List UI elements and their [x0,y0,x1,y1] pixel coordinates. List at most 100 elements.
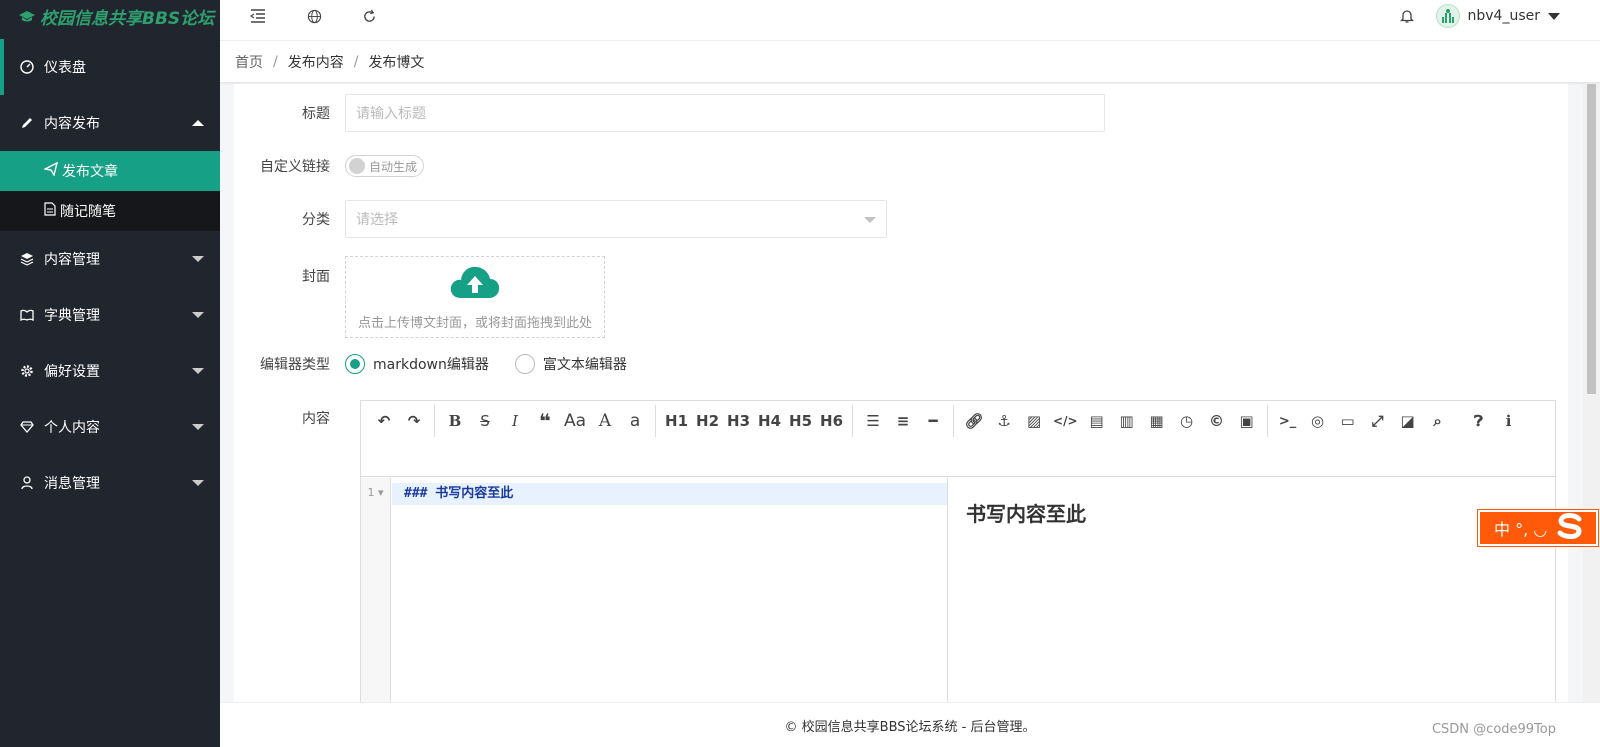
code-block-icon[interactable]: ▤ [1082,405,1112,437]
sidebar-item-personal-content[interactable]: 个人内容 [0,399,220,455]
image-icon[interactable]: ▨ [1019,405,1049,437]
chevron-down-icon [1548,12,1560,20]
graduation-cap-icon [18,5,36,33]
breadcrumb-current: 发布博文 [368,54,425,71]
preformatted-text-icon[interactable]: ▥ [1112,405,1142,437]
sidebar-subitem-label: 发布文章 [62,164,118,180]
title-placeholder: 请输入标题 [356,106,426,122]
sidebar-item-dictionary[interactable]: 字典管理 [0,287,220,343]
preview-icon[interactable]: ▭ [1333,405,1363,437]
italic-icon[interactable]: I [500,405,530,437]
publish-form: 标题 请输入标题 自定义链接 自动生成 分类 请选择 封面 点击上传博文封面，或… [234,84,1568,702]
emoji-icon[interactable]: © [1202,405,1232,437]
sidebar-item-preferences[interactable]: 偏好设置 [0,343,220,399]
sidebar-subitem-publish-article[interactable]: 发布文章 [0,151,220,191]
cover-upload-area[interactable]: 点击上传博文封面，或将封面拖拽到此处 [345,256,605,338]
undo-icon[interactable]: ↶ [369,405,399,437]
breadcrumb-home[interactable]: 首页 [235,52,263,72]
anchor-icon[interactable]: ⚓︎ [989,405,1019,437]
info-icon[interactable]: ℹ︎ [1494,405,1524,437]
user-menu[interactable]: nbv4_user [1435,4,1560,28]
sidebar-item-label: 字典管理 [44,308,100,324]
ordered-list-icon[interactable]: ≡ [888,405,918,437]
link-icon[interactable]: 🔗︎ [959,405,989,437]
cover-upload-hint: 点击上传博文封面，或将封面拖拽到此处 [357,315,592,331]
sidebar-item-content-manage[interactable]: 内容管理 [0,231,220,287]
sidebar-item-content-publish[interactable]: 内容发布 [0,95,220,151]
breadcrumb-section[interactable]: 发布内容 [288,52,344,72]
content-label: 内容 [302,411,330,427]
redo-icon[interactable]: ↷ [399,405,429,437]
preview-heading: 书写内容至此 [966,502,1086,526]
title-input[interactable]: 请输入标题 [345,94,1105,132]
search-icon[interactable]: ⌕ [1423,405,1453,437]
sogou-logo-icon [1555,512,1585,544]
breadcrumb-separator: / [353,53,359,70]
title-row: 标题 请输入标题 [234,94,1105,132]
heading-h3-button[interactable]: H3 [723,405,754,437]
editor-type-row: 编辑器类型 markdown编辑器 富文本编辑器 [234,354,653,374]
uppercase-icon[interactable]: Aa [560,405,590,437]
logo-text: 校园信息共享BBS论坛 [40,9,215,29]
app-logo[interactable]: 校园信息共享BBS论坛 [0,0,220,38]
refresh-icon[interactable] [359,6,379,26]
footer: © 校园信息共享BBS论坛系统 - 后台管理。 [220,702,1600,747]
datetime-icon[interactable]: ◷ [1172,405,1202,437]
radio-markdown-editor[interactable]: markdown编辑器 [345,354,489,374]
content-row: 内容 [234,408,345,428]
sidebar-item-label: 内容发布 [44,116,100,132]
radio-checked-icon [345,354,365,374]
category-select[interactable]: 请选择 [345,200,887,238]
heading-h1-button[interactable]: H1 [661,405,692,437]
table-icon[interactable]: ▦ [1142,405,1172,437]
radio-label: markdown编辑器 [373,357,489,373]
username: nbv4_user [1467,8,1541,24]
watermark: CSDN @code99Top [1431,722,1556,737]
category-placeholder: 请选择 [356,212,398,228]
globe-icon[interactable] [304,6,324,26]
scrollbar-thumb[interactable] [1587,84,1596,394]
help-icon[interactable]: ❓︎ [1464,405,1494,437]
unordered-list-icon[interactable]: ☰ [858,405,888,437]
dashboard-icon [20,60,34,74]
page-scrollbar[interactable] [1583,84,1600,702]
html-entities-icon[interactable]: ▣ [1232,405,1262,437]
chevron-down-icon [192,312,204,318]
bell-icon[interactable] [1397,6,1417,26]
auto-generate-switch[interactable]: 自动生成 [345,155,425,177]
fullscreen-icon[interactable]: ⤢ [1363,405,1393,437]
heading-h6-button[interactable]: H6 [816,405,847,437]
category-row: 分类 请选择 [234,200,887,238]
menu-collapse-icon[interactable] [248,6,268,26]
radio-rich-text-editor[interactable]: 富文本编辑器 [514,354,627,374]
ime-toolbar[interactable]: 中 °, ◡ [1477,509,1599,547]
capitalize-icon[interactable]: A [590,405,620,437]
user-icon [20,476,34,490]
sidebar: 校园信息共享BBS论坛 仪表盘 内容发布 发布文章 随记随笔 内容管理 字典管理… [0,0,220,747]
eraser-icon[interactable]: ◪ [1393,405,1423,437]
goto-line-icon[interactable]: >_ [1273,405,1303,437]
code-area[interactable]: ### 书写内容至此 [392,478,947,702]
pencil-icon [20,116,34,130]
sidebar-subitem-label: 随记随笔 [60,204,116,220]
lowercase-icon[interactable]: a [620,405,650,437]
bold-icon[interactable]: B [440,405,470,437]
sidebar-item-dashboard[interactable]: 仪表盘 [0,39,220,95]
topbar: nbv4_user [220,0,1600,41]
sidebar-item-label: 仪表盘 [44,60,86,76]
sidebar-item-messages[interactable]: 消息管理 [0,455,220,511]
strikethrough-icon[interactable]: S [470,405,500,437]
breadcrumb: 首页 / 发布内容 / 发布博文 [220,41,1600,83]
horizontal-rule-icon[interactable]: ━ [918,405,948,437]
sidebar-subitem-notes[interactable]: 随记随笔 [0,191,220,231]
code-icon[interactable]: </> [1049,405,1082,437]
heading-h5-button[interactable]: H5 [785,405,816,437]
book-icon [20,308,34,322]
heading-h2-button[interactable]: H2 [692,405,723,437]
ime-status-text: 中 °, ◡ [1494,520,1548,539]
watch-toggle-icon[interactable]: ◎ [1303,405,1333,437]
quote-icon[interactable]: ❝ [530,405,560,437]
heading-h4-button[interactable]: H4 [754,405,785,437]
toolbar-divider [953,405,955,437]
toolbar-divider [434,405,435,437]
